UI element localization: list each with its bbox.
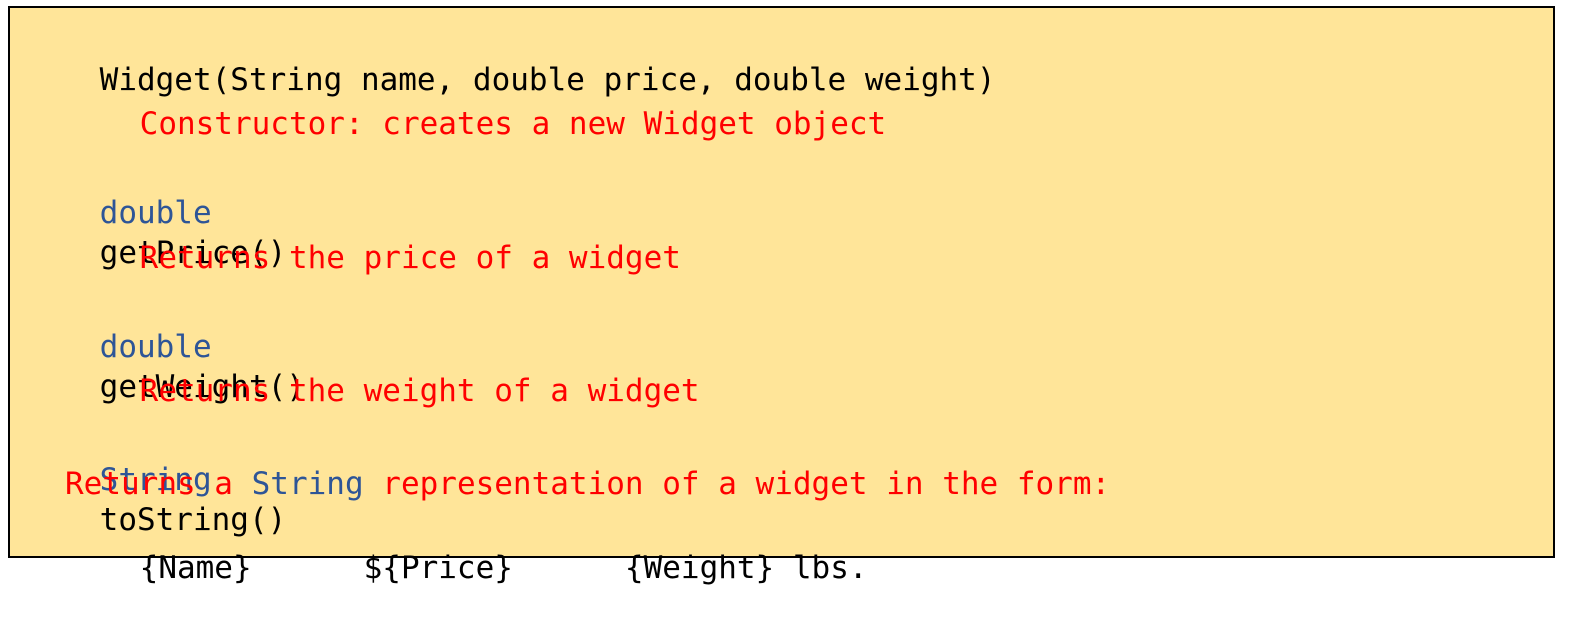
output-format: {Name} ${Price} {Weight} lbs.: [139, 550, 868, 586]
method-description: Constructor: creates a new Widget object: [139, 106, 887, 142]
to-string-description: Returns a String representation of a wid…: [65, 464, 1110, 504]
method-description-start: Returns a: [65, 466, 252, 502]
to-string-format: {Name} ${Price} {Weight} lbs.: [65, 508, 868, 628]
method-description: Returns the price of a widget: [139, 240, 681, 276]
string-type-reference: String: [251, 466, 364, 502]
method-description: Returns the weight of a widget: [139, 373, 700, 409]
method-description-end: representation of a widget in the form:: [363, 466, 1111, 502]
api-documentation-panel: Widget(String name, double price, double…: [8, 6, 1555, 586]
